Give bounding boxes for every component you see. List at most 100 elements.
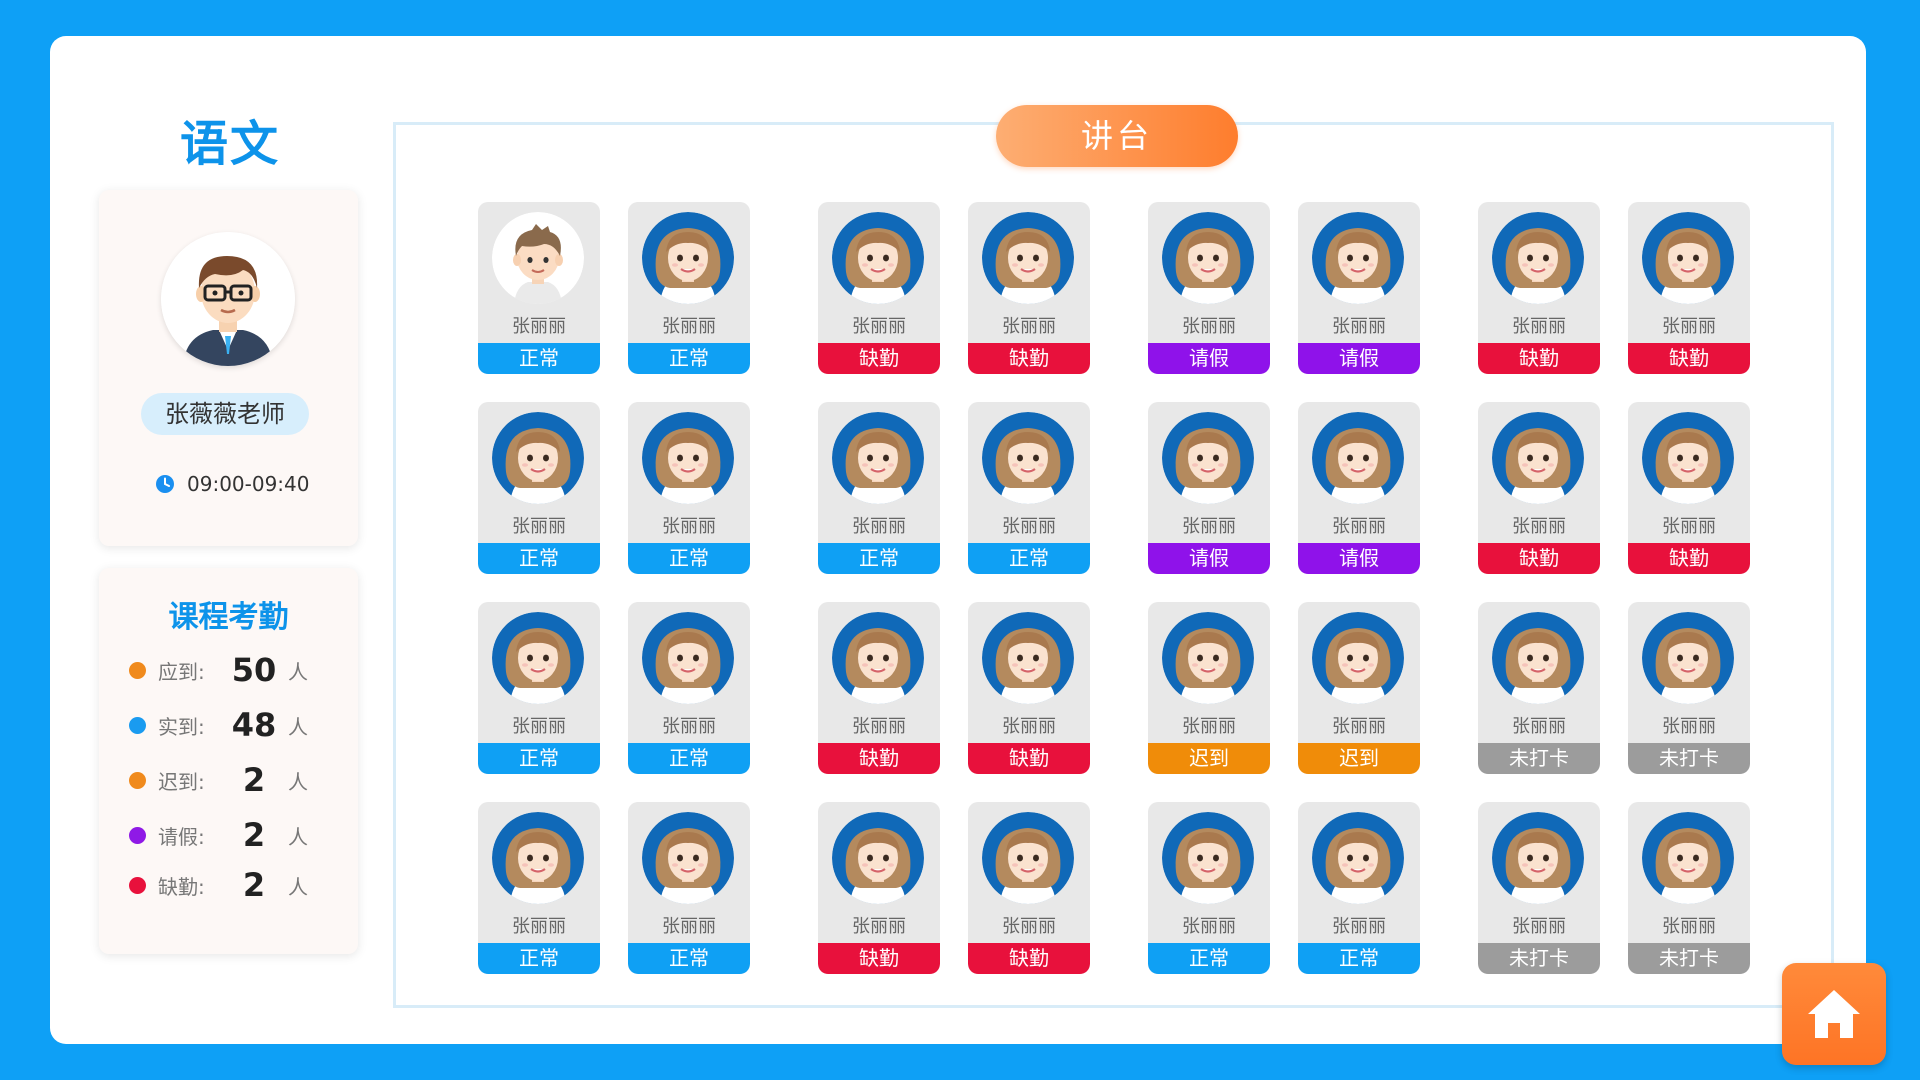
student-name: 张丽丽 <box>512 716 566 737</box>
attendance-stat-row: 应到: 50 人 <box>129 650 308 690</box>
student-seat[interactable]: 张丽丽 请假 <box>1148 402 1270 574</box>
student-seat[interactable]: 张丽丽 正常 <box>628 602 750 774</box>
student-avatar <box>982 612 1074 704</box>
student-seat[interactable]: 张丽丽 缺勤 <box>818 602 940 774</box>
student-status-badge: 正常 <box>628 943 750 974</box>
class-time-text: 09:00-09:40 <box>187 472 310 496</box>
student-avatar <box>1162 812 1254 904</box>
clock-icon <box>156 475 174 493</box>
teacher-avatar <box>161 232 295 366</box>
student-seat[interactable]: 张丽丽 正常 <box>968 402 1090 574</box>
student-seat[interactable]: 张丽丽 正常 <box>478 802 600 974</box>
student-name: 张丽丽 <box>852 716 906 737</box>
student-status-badge: 请假 <box>1148 543 1270 574</box>
student-avatar <box>1162 212 1254 304</box>
student-seat[interactable]: 张丽丽 缺勤 <box>968 602 1090 774</box>
student-seat[interactable]: 张丽丽 正常 <box>628 202 750 374</box>
student-seat[interactable]: 张丽丽 请假 <box>1298 402 1420 574</box>
student-name: 张丽丽 <box>1332 516 1386 537</box>
student-seat[interactable]: 张丽丽 缺勤 <box>968 202 1090 374</box>
student-name: 张丽丽 <box>1182 316 1236 337</box>
student-name: 张丽丽 <box>1002 516 1056 537</box>
student-name: 张丽丽 <box>1512 516 1566 537</box>
student-status-badge: 正常 <box>478 343 600 374</box>
student-status-badge: 正常 <box>818 543 940 574</box>
student-seat[interactable]: 张丽丽 请假 <box>1148 202 1270 374</box>
student-status-badge: 缺勤 <box>818 943 940 974</box>
student-seat[interactable]: 张丽丽 正常 <box>628 402 750 574</box>
teacher-name: 张薇薇老师 <box>141 393 309 435</box>
student-seat[interactable]: 张丽丽 缺勤 <box>1478 202 1600 374</box>
student-avatar <box>492 412 584 504</box>
class-time: 09:00-09:40 <box>155 470 310 498</box>
attendance-card: 课程考勤 应到: 50 人实到: 48 人迟到: 2 人请假: 2 人缺勤: 2 人 <box>99 568 358 954</box>
student-name: 张丽丽 <box>1332 916 1386 937</box>
student-seat[interactable]: 张丽丽 正常 <box>478 602 600 774</box>
student-seat[interactable]: 张丽丽 未打卡 <box>1628 602 1750 774</box>
student-status-badge: 未打卡 <box>1478 743 1600 774</box>
student-seat[interactable]: 张丽丽 未打卡 <box>1478 602 1600 774</box>
student-status-badge: 缺勤 <box>968 943 1090 974</box>
student-seat[interactable]: 张丽丽 正常 <box>1298 802 1420 974</box>
student-name: 张丽丽 <box>1332 316 1386 337</box>
student-name: 张丽丽 <box>1332 716 1386 737</box>
student-avatar <box>1642 812 1734 904</box>
student-seat[interactable]: 张丽丽 未打卡 <box>1628 802 1750 974</box>
student-status-badge: 正常 <box>478 543 600 574</box>
student-name: 张丽丽 <box>1002 716 1056 737</box>
stat-label: 应到: <box>158 659 205 684</box>
student-seat[interactable]: 张丽丽 缺勤 <box>968 802 1090 974</box>
student-seat[interactable]: 张丽丽 缺勤 <box>818 802 940 974</box>
student-name: 张丽丽 <box>1512 916 1566 937</box>
student-status-badge: 正常 <box>628 743 750 774</box>
student-name: 张丽丽 <box>852 316 906 337</box>
student-avatar <box>832 212 924 304</box>
student-name: 张丽丽 <box>1182 916 1236 937</box>
student-name: 张丽丽 <box>1662 316 1716 337</box>
student-seat[interactable]: 张丽丽 迟到 <box>1298 602 1420 774</box>
student-seat[interactable]: 张丽丽 请假 <box>1298 202 1420 374</box>
student-name: 张丽丽 <box>662 716 716 737</box>
student-name: 张丽丽 <box>512 916 566 937</box>
student-avatar <box>1492 212 1584 304</box>
stat-dot-icon <box>129 826 146 844</box>
stat-label: 缺勤: <box>158 874 205 899</box>
stat-unit: 人 <box>288 659 308 684</box>
student-avatar <box>832 812 924 904</box>
student-avatar <box>982 412 1074 504</box>
student-seat[interactable]: 张丽丽 迟到 <box>1148 602 1270 774</box>
student-avatar <box>642 212 734 304</box>
student-status-badge: 缺勤 <box>818 743 940 774</box>
attendance-stat-row: 请假: 2 人 <box>129 815 308 855</box>
student-seat[interactable]: 张丽丽 缺勤 <box>818 202 940 374</box>
stat-label: 请假: <box>158 824 205 849</box>
student-seat[interactable]: 张丽丽 正常 <box>628 802 750 974</box>
student-seat[interactable]: 张丽丽 正常 <box>818 402 940 574</box>
student-name: 张丽丽 <box>1662 716 1716 737</box>
student-avatar <box>1312 812 1404 904</box>
student-name: 张丽丽 <box>1002 916 1056 937</box>
student-name: 张丽丽 <box>1182 716 1236 737</box>
student-seat[interactable]: 张丽丽 缺勤 <box>1628 202 1750 374</box>
student-status-badge: 正常 <box>968 543 1090 574</box>
home-button[interactable] <box>1782 963 1886 1065</box>
stat-unit: 人 <box>288 874 308 899</box>
student-status-badge: 缺勤 <box>818 343 940 374</box>
stat-value: 2 <box>242 816 266 854</box>
student-name: 张丽丽 <box>662 916 716 937</box>
stat-dot-icon <box>129 876 146 894</box>
student-seat[interactable]: 张丽丽 正常 <box>478 202 600 374</box>
student-seat[interactable]: 张丽丽 缺勤 <box>1478 402 1600 574</box>
student-status-badge: 迟到 <box>1148 743 1270 774</box>
student-status-badge: 正常 <box>478 743 600 774</box>
student-avatar <box>982 212 1074 304</box>
student-avatar <box>1312 612 1404 704</box>
student-seat[interactable]: 张丽丽 正常 <box>1148 802 1270 974</box>
student-seat[interactable]: 张丽丽 未打卡 <box>1478 802 1600 974</box>
attendance-stat-row: 缺勤: 2 人 <box>129 865 308 905</box>
student-seat[interactable]: 张丽丽 缺勤 <box>1628 402 1750 574</box>
student-seat[interactable]: 张丽丽 正常 <box>478 402 600 574</box>
student-status-badge: 正常 <box>478 943 600 974</box>
student-avatar <box>1492 412 1584 504</box>
student-name: 张丽丽 <box>1512 316 1566 337</box>
